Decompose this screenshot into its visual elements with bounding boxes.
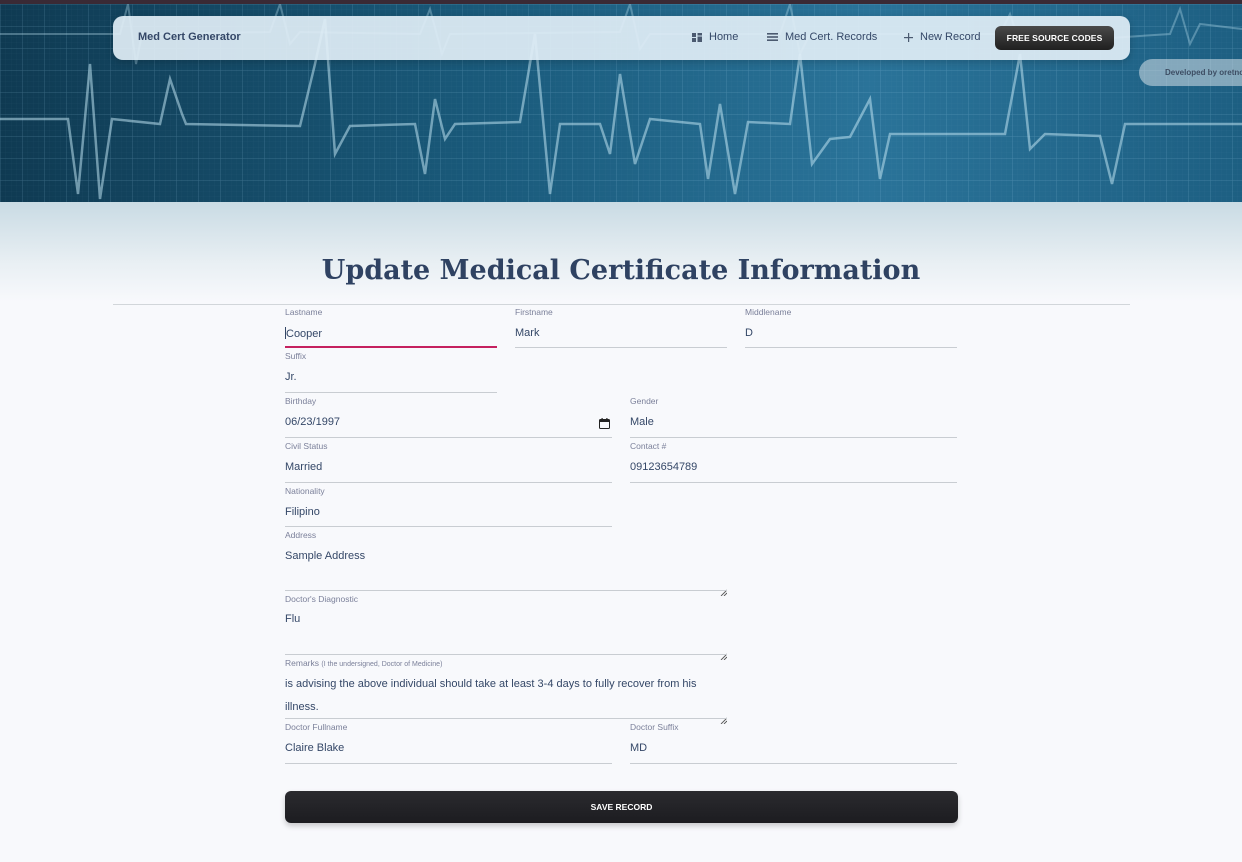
doctor-fullname-label: Doctor Fullname xyxy=(285,722,348,732)
contact-field[interactable]: Contact # 09123654789 xyxy=(630,441,957,483)
gender-select[interactable]: Male xyxy=(630,416,654,428)
resize-grip-icon[interactable] xyxy=(720,647,728,661)
address-field[interactable]: Address Sample Address xyxy=(285,530,728,597)
lastname-underline xyxy=(285,346,497,348)
gender-field[interactable]: Gender Male xyxy=(630,396,957,438)
lastname-label: Lastname xyxy=(285,307,323,317)
contact-label: Contact # xyxy=(630,441,667,451)
diagnostic-field[interactable]: Doctor's Diagnostic Flu xyxy=(285,594,728,661)
diagnostic-label: Doctor's Diagnostic xyxy=(285,594,358,604)
diagnostic-textarea[interactable]: Flu xyxy=(285,608,715,631)
firstname-field[interactable]: Firstname Mark xyxy=(515,307,727,349)
page-title: Update Medical Certificate Information xyxy=(321,255,921,286)
nationality-label: Nationality xyxy=(285,486,325,496)
address-textarea[interactable]: Sample Address xyxy=(285,545,715,568)
hero-fade xyxy=(0,202,1242,302)
doctor-suffix-label: Doctor Suffix xyxy=(630,722,679,732)
birthday-input[interactable]: 06/23/1997 xyxy=(285,416,340,428)
firstname-input[interactable]: Mark xyxy=(515,327,539,339)
plus-icon xyxy=(904,32,913,42)
calendar-icon[interactable] xyxy=(599,416,610,434)
birthday-field[interactable]: Birthday 06/23/1997 xyxy=(285,396,612,438)
doctor-fullname-field[interactable]: Doctor Fullname Claire Blake xyxy=(285,722,612,764)
suffix-underline xyxy=(285,392,497,393)
middlename-label: Middlename xyxy=(745,307,792,317)
remarks-underline xyxy=(285,718,727,719)
doctor-fullname-underline xyxy=(285,763,612,764)
address-underline xyxy=(285,590,727,591)
remarks-label: Remarks (I the undersigned, Doctor of Me… xyxy=(285,658,442,668)
brand-name[interactable]: Med Cert Generator xyxy=(138,31,241,43)
resize-grip-icon[interactable] xyxy=(720,583,728,597)
doctor-suffix-input[interactable]: MD xyxy=(630,742,647,754)
nav-med-cert-records[interactable]: Med Cert. Records xyxy=(767,31,877,43)
middlename-underline xyxy=(745,347,957,348)
nav-new-record-label: New Record xyxy=(920,31,981,43)
civil-status-field[interactable]: Civil Status Married xyxy=(285,441,612,483)
suffix-input[interactable]: Jr. xyxy=(285,371,297,383)
lastname-field[interactable]: Lastname Cooper xyxy=(285,307,497,349)
doctor-suffix-field[interactable]: Doctor Suffix MD xyxy=(630,722,957,764)
remarks-label-text: Remarks xyxy=(285,658,320,668)
doctor-suffix-underline xyxy=(630,763,957,764)
nav-home[interactable]: Home xyxy=(692,31,738,43)
developer-badge[interactable]: Developed by oretnom23 xyxy=(1139,59,1242,86)
civil-status-select[interactable]: Married xyxy=(285,461,322,473)
top-navbar: Med Cert Generator Home Med Cert. Record… xyxy=(113,16,1130,60)
nav-new-record[interactable]: New Record xyxy=(904,31,981,43)
remarks-textarea[interactable]: is advising the above individual should … xyxy=(285,673,715,719)
doctor-fullname-input[interactable]: Claire Blake xyxy=(285,742,344,754)
nationality-underline xyxy=(285,526,612,527)
birthday-underline xyxy=(285,437,612,438)
gender-label: Gender xyxy=(630,396,659,406)
save-record-button[interactable]: SAVE RECORD xyxy=(285,791,958,823)
nav-home-label: Home xyxy=(709,31,739,43)
middlename-input[interactable]: D xyxy=(745,327,753,339)
free-source-codes-button[interactable]: FREE SOURCE CODES xyxy=(995,26,1114,50)
list-icon xyxy=(767,33,778,41)
lastname-value: Cooper xyxy=(286,328,323,340)
nav-med-cert-records-label: Med Cert. Records xyxy=(785,31,878,43)
suffix-field[interactable]: Suffix Jr. xyxy=(285,351,497,393)
gender-underline xyxy=(630,437,957,438)
remarks-field[interactable]: Remarks (I the undersigned, Doctor of Me… xyxy=(285,658,728,725)
birthday-label: Birthday xyxy=(285,396,317,406)
civil-status-underline xyxy=(285,482,612,483)
firstname-underline xyxy=(515,347,727,348)
nationality-field[interactable]: Nationality Filipino xyxy=(285,486,612,528)
contact-input[interactable]: 09123654789 xyxy=(630,461,697,473)
suffix-label: Suffix xyxy=(285,351,307,361)
civil-status-label: Civil Status xyxy=(285,441,328,451)
diagnostic-underline xyxy=(285,654,727,655)
dashboard-icon xyxy=(692,32,702,42)
contact-underline xyxy=(630,482,957,483)
title-divider xyxy=(113,304,1130,305)
lastname-input[interactable]: Cooper xyxy=(285,327,322,340)
firstname-label: Firstname xyxy=(515,307,553,317)
address-label: Address xyxy=(285,530,317,540)
resize-grip-icon[interactable] xyxy=(720,711,728,725)
remarks-label-note: (I the undersigned, Doctor of Medicine) xyxy=(321,661,443,668)
middlename-field[interactable]: Middlename D xyxy=(745,307,957,349)
nationality-input[interactable]: Filipino xyxy=(285,506,320,518)
